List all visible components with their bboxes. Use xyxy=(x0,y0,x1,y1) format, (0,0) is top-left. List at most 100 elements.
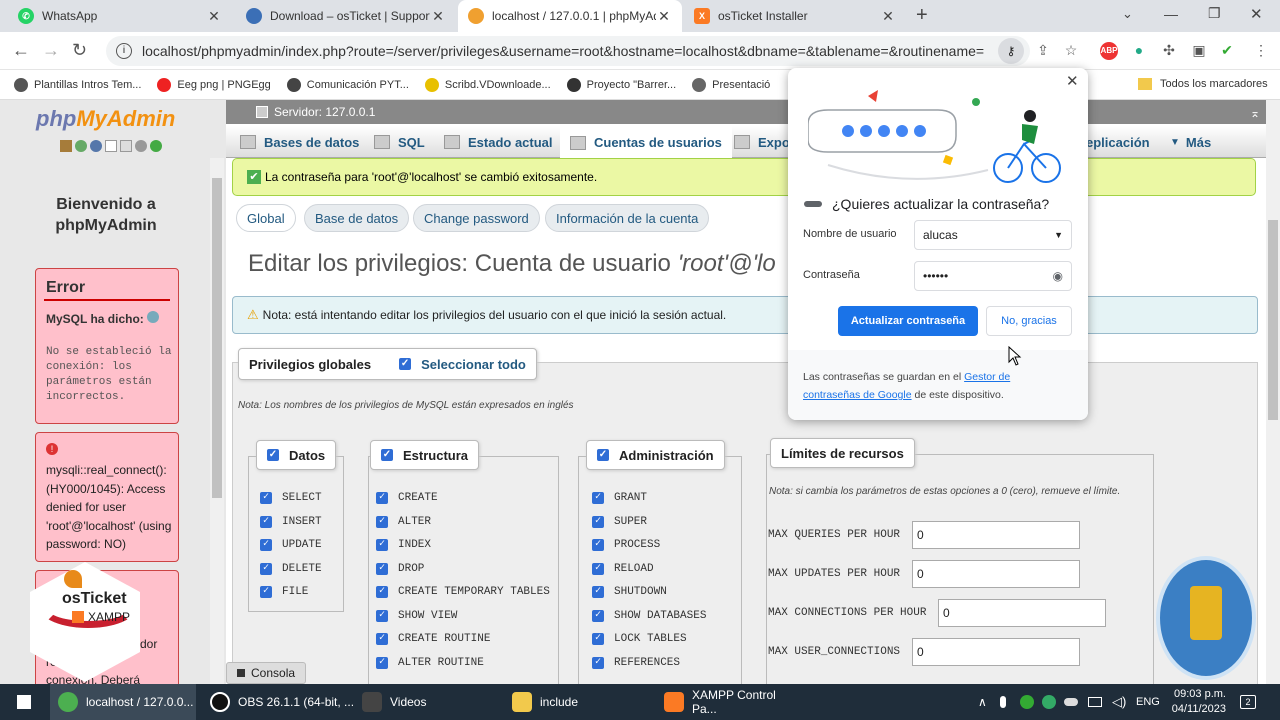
close-icon[interactable]: ✕ xyxy=(206,8,222,25)
console-button[interactable]: Consola xyxy=(226,662,306,684)
max-connections-input[interactable]: 0 xyxy=(938,599,1106,627)
subtab-change-password[interactable]: Change password xyxy=(413,204,540,232)
language-indicator[interactable]: ENG xyxy=(1136,684,1160,720)
notification-icon[interactable]: 2 xyxy=(1240,684,1256,720)
privilege-checkbox[interactable]: ✓ xyxy=(592,515,604,528)
window-close-button[interactable]: ✕ xyxy=(1250,5,1263,23)
privilege-lock-tables[interactable]: ✓ LOCK TABLES xyxy=(592,633,687,645)
onedrive-icon[interactable] xyxy=(1064,684,1078,720)
settings-icon[interactable] xyxy=(135,140,147,152)
docs-icon[interactable] xyxy=(105,140,117,152)
max-user-connections-input[interactable]: 0 xyxy=(912,638,1080,666)
collapse-top-icon[interactable]: ⌅ xyxy=(1250,106,1260,120)
menu-icon[interactable]: ⋮ xyxy=(1252,42,1270,60)
privilege-insert[interactable]: ✓ INSERT xyxy=(260,515,322,528)
network-icon[interactable] xyxy=(1088,684,1102,720)
estructura-checkbox[interactable]: ✓ xyxy=(381,449,393,461)
forward-icon[interactable]: → xyxy=(42,40,60,61)
privilege-checkbox[interactable]: ✓ xyxy=(592,539,604,551)
sidepanel-icon[interactable]: ▣ xyxy=(1190,42,1208,60)
privilege-checkbox[interactable]: ✓ xyxy=(592,586,604,598)
password-field[interactable]: •••••• ◉ xyxy=(914,261,1072,291)
taskbar-item[interactable]: XAMPP Control Pa... xyxy=(660,684,800,720)
subtab-base-de-datos[interactable]: Base de datos xyxy=(304,204,410,232)
home-icon[interactable] xyxy=(60,140,72,152)
new-tab-button[interactable]: + xyxy=(916,4,928,27)
help-icon[interactable] xyxy=(147,311,160,323)
subtab-global[interactable]: Global xyxy=(236,204,296,232)
privilege-process[interactable]: ✓ PROCESS xyxy=(592,539,660,551)
tab-osticket-download[interactable]: Download – osTicket | Support T ✕ xyxy=(236,0,456,32)
bookmark-item[interactable]: Eeg png | PNGEgg xyxy=(157,77,271,92)
privilege-delete[interactable]: ✓ DELETE xyxy=(260,562,322,575)
bookmark-item[interactable]: Presentació xyxy=(692,77,770,92)
tray-app-icon[interactable] xyxy=(1042,684,1056,720)
privilege-checkbox[interactable]: ✓ xyxy=(376,492,388,504)
privilege-update[interactable]: ✓ UPDATE xyxy=(260,539,322,551)
bookmark-star-icon[interactable]: ☆ xyxy=(1062,42,1080,60)
puzzle-icon[interactable]: ✣ xyxy=(1160,42,1178,60)
privilege-checkbox[interactable]: ✓ xyxy=(260,539,272,551)
privilege-create-temporary-tables[interactable]: ✓ CREATE TEMPORARY TABLES xyxy=(376,586,550,598)
logout-icon[interactable] xyxy=(75,140,87,152)
tab-cuentas-de-usuarios[interactable]: Cuentas de usuarios xyxy=(560,126,732,159)
privilege-checkbox[interactable]: ✓ xyxy=(260,586,272,598)
tab-sql[interactable]: SQL xyxy=(364,126,435,158)
privilege-select[interactable]: ✓ SELECT xyxy=(260,492,322,504)
profile-icon[interactable]: ✔ xyxy=(1218,42,1236,60)
info-icon[interactable]: i xyxy=(116,43,132,59)
max-queries-input[interactable]: 0 xyxy=(912,521,1080,549)
privilege-checkbox[interactable]: ✓ xyxy=(260,492,272,504)
close-icon[interactable]: ✕ xyxy=(880,8,896,25)
privilege-checkbox[interactable]: ✓ xyxy=(376,656,388,669)
pma-logo[interactable]: phpMyAdmin xyxy=(36,106,175,132)
privilege-file[interactable]: ✓ FILE xyxy=(260,586,308,598)
tray-app-icon[interactable] xyxy=(1020,684,1034,720)
bookmark-item[interactable]: Comunicación PYT... xyxy=(286,77,409,92)
tab-phpmyadmin[interactable]: localhost / 127.0.0.1 | phpMyAdi ✕ xyxy=(458,0,682,32)
privilege-checkbox[interactable]: ✓ xyxy=(260,515,272,528)
refresh-icon[interactable] xyxy=(150,140,162,152)
privilege-create-routine[interactable]: ✓ CREATE ROUTINE xyxy=(376,633,490,645)
tab-mas[interactable]: ▼ Más xyxy=(1160,126,1221,158)
privilege-checkbox[interactable]: ✓ xyxy=(592,562,604,575)
key-icon[interactable]: ⚷ xyxy=(998,38,1024,64)
privilege-checkbox[interactable]: ✓ xyxy=(376,609,388,622)
minimize-button[interactable]: — xyxy=(1164,6,1178,22)
help-icon[interactable] xyxy=(90,140,102,152)
administracion-checkbox[interactable]: ✓ xyxy=(597,449,609,461)
maximize-button[interactable]: ❐ xyxy=(1208,5,1221,22)
start-button[interactable] xyxy=(0,684,48,720)
main-scrollbar[interactable] xyxy=(1266,100,1280,684)
privilege-checkbox[interactable]: ✓ xyxy=(592,656,604,669)
bookmark-item[interactable]: Plantillas Intros Tem... xyxy=(14,77,141,92)
tab-whatsapp[interactable]: ✆ WhatsApp ✕ xyxy=(8,0,232,32)
adblock-icon[interactable]: ABP xyxy=(1100,42,1118,60)
privilege-alter[interactable]: ✓ ALTER xyxy=(376,515,431,528)
volume-icon[interactable]: ◁) xyxy=(1112,684,1126,720)
sidebar-scrollbar[interactable] xyxy=(210,158,224,684)
datos-checkbox[interactable]: ✓ xyxy=(267,449,279,461)
privilege-checkbox[interactable]: ✓ xyxy=(592,633,604,645)
privilege-checkbox[interactable]: ✓ xyxy=(592,492,604,504)
taskbar-item[interactable]: include xyxy=(508,684,654,720)
taskbar-item[interactable]: OBS 26.1.1 (64-bit, ... xyxy=(206,684,356,720)
privilege-show-view[interactable]: ✓ SHOW VIEW xyxy=(376,609,457,622)
share-icon[interactable]: ⇪ xyxy=(1034,42,1052,60)
tab-osticket-installer[interactable]: X osTicket Installer ✕ xyxy=(684,0,906,32)
taskbar-item[interactable]: localhost / 127.0.0... xyxy=(50,684,196,720)
privilege-checkbox[interactable]: ✓ xyxy=(376,586,388,598)
privilege-index[interactable]: ✓ INDEX xyxy=(376,539,431,551)
close-icon[interactable]: ✕ xyxy=(430,8,446,25)
clock[interactable]: 09:03 p.m. 04/11/2023 xyxy=(1166,684,1226,720)
privilege-alter-routine[interactable]: ✓ ALTER ROUTINE xyxy=(376,656,484,669)
privilege-references[interactable]: ✓ REFERENCES xyxy=(592,656,680,669)
back-icon[interactable]: ← xyxy=(12,40,30,61)
bookmark-item[interactable]: Scribd.VDownloade... xyxy=(424,77,551,92)
reload-icon[interactable]: ↻ xyxy=(72,40,87,61)
tab-bases-de-datos[interactable]: Bases de datos xyxy=(230,126,369,158)
update-password-button[interactable]: Actualizar contraseña xyxy=(838,306,978,336)
eye-icon[interactable]: ◉ xyxy=(1053,269,1063,283)
privilege-create[interactable]: ✓ CREATE xyxy=(376,492,438,504)
privilege-show-databases[interactable]: ✓ SHOW DATABASES xyxy=(592,609,706,622)
